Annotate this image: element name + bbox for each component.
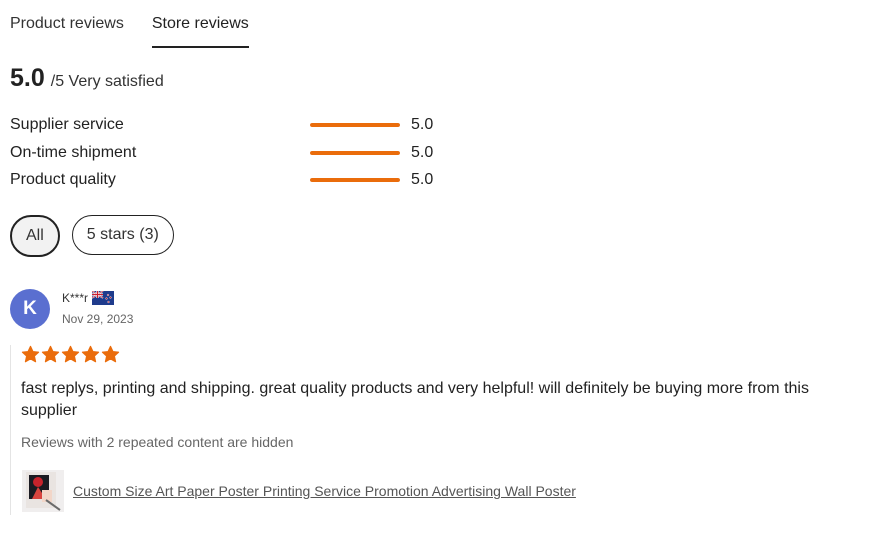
review-text: fast replys, printing and shipping. grea…	[21, 380, 809, 419]
rating-value: 5.0	[411, 171, 434, 188]
review-date: Nov 29, 2023	[62, 312, 134, 326]
filter-all-chip[interactable]: All	[10, 215, 60, 257]
filter-5-stars-chip[interactable]: 5 stars (3)	[71, 215, 174, 255]
rating-value: 5.0	[411, 116, 434, 133]
hidden-reviews-note: Reviews with 2 repeated content are hidd…	[21, 434, 294, 450]
review-body: fast replys, printing and shipping. grea…	[10, 345, 831, 515]
review-filters: All 5 stars (3)	[10, 215, 186, 257]
reviewer-info: K***r	[62, 291, 115, 305]
rating-row-supplier-service: Supplier service 5.0	[10, 114, 450, 136]
tab-store-reviews[interactable]: Store reviews	[151, 0, 249, 48]
product-link[interactable]: Custom Size Art Paper Poster Printing Se…	[73, 483, 576, 499]
star-rating	[21, 345, 121, 365]
rating-bar	[310, 151, 400, 155]
poster-thumbnail-image	[22, 470, 64, 512]
rating-bar	[310, 123, 400, 127]
product-thumbnail[interactable]	[22, 470, 64, 512]
rating-label: Product quality	[10, 171, 116, 188]
star-icon	[61, 345, 80, 363]
star-icon	[81, 345, 100, 363]
tab-product-reviews[interactable]: Product reviews	[10, 0, 124, 48]
rating-bar-fill	[310, 151, 400, 155]
reviewer-name: K***r	[62, 291, 89, 305]
rating-bar-fill	[310, 178, 400, 182]
star-icon	[101, 345, 120, 363]
rating-value: 5.0	[411, 144, 434, 161]
overall-score: 5.0 /5 Very satisfied	[10, 64, 164, 93]
rating-row-on-time-shipment: On-time shipment 5.0	[10, 142, 450, 164]
avatar: K	[10, 289, 50, 329]
rating-label: On-time shipment	[10, 144, 137, 161]
overall-score-value: 5.0	[10, 64, 45, 92]
star-icon	[21, 345, 40, 363]
overall-score-suffix: /5 Very satisfied	[50, 73, 164, 90]
new-zealand-flag-icon	[92, 291, 115, 305]
review-tabs: Product reviews Store reviews	[10, 0, 277, 48]
rating-bar	[310, 178, 400, 182]
rating-bar-fill	[310, 123, 400, 127]
rating-label: Supplier service	[10, 116, 124, 133]
star-icon	[41, 345, 60, 363]
rating-row-product-quality: Product quality 5.0	[10, 169, 450, 191]
